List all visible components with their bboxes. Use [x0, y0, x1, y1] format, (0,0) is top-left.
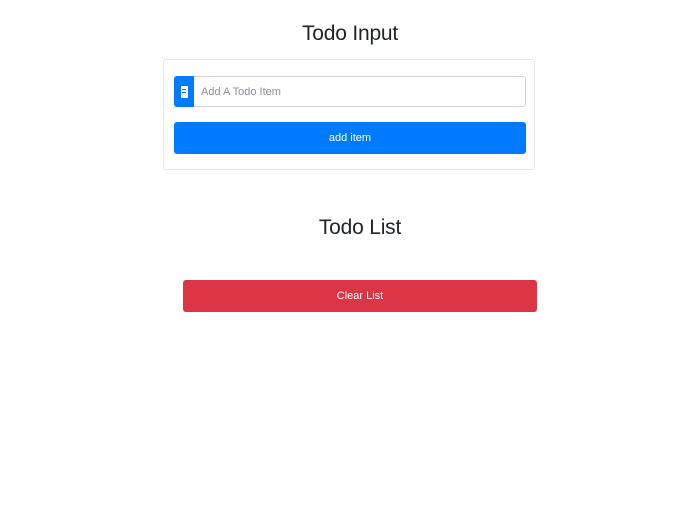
- todo-input-card: add item: [163, 59, 535, 170]
- input-prepend: [174, 76, 194, 107]
- todo-input-group: [174, 76, 526, 107]
- todo-app: Todo Input add item Todo List Clear List: [0, 0, 700, 530]
- todo-list-title: Todo List: [318, 216, 402, 239]
- todo-input-title: Todo Input: [301, 22, 399, 45]
- clear-list-button[interactable]: Clear List: [183, 280, 537, 312]
- add-item-button[interactable]: add item: [174, 122, 526, 154]
- book-icon: [180, 85, 188, 98]
- todo-item-input[interactable]: [194, 76, 526, 107]
